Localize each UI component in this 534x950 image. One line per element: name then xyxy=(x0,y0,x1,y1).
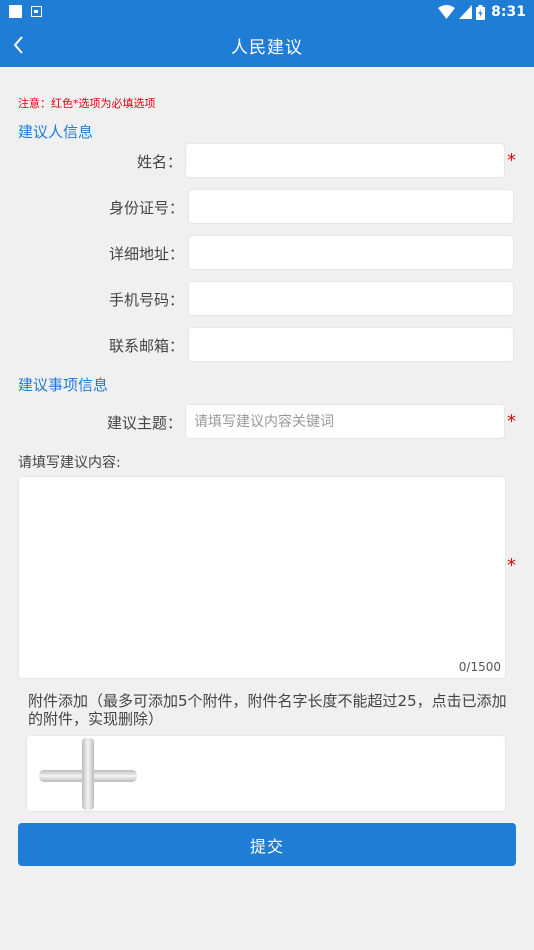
char-counter: 0/1500 xyxy=(458,660,501,674)
section-title-proposer: 建议人信息 xyxy=(18,123,94,141)
content-box: 0/1500 xyxy=(18,476,506,679)
submit-button[interactable]: 提交 xyxy=(18,823,516,866)
attachment-area xyxy=(26,735,506,812)
content-required-star: * xyxy=(507,555,516,576)
plus-icon[interactable] xyxy=(39,738,137,810)
battery-icon xyxy=(476,4,486,20)
app-bar: 人民建议 xyxy=(0,24,534,67)
topic-required-star: * xyxy=(507,411,516,432)
id-number-input[interactable] xyxy=(188,189,514,224)
email-input[interactable] xyxy=(188,327,514,362)
id-number-label: 身份证号： xyxy=(108,199,184,217)
topic-input[interactable] xyxy=(185,404,505,439)
address-label: 详细地址： xyxy=(108,245,184,263)
notification-icon xyxy=(9,5,22,18)
clock: 8:31 xyxy=(491,4,526,20)
image-notification-icon xyxy=(31,6,42,17)
name-input[interactable] xyxy=(185,143,505,178)
phone-label: 手机号码： xyxy=(108,291,184,309)
required-notice: 注意：红色*选项为必填选项 xyxy=(18,97,156,110)
status-bar-right: 8:31 xyxy=(438,3,526,21)
signal-icon xyxy=(459,5,473,19)
wifi-icon xyxy=(438,5,456,19)
section-title-matter: 建议事项信息 xyxy=(18,376,109,394)
attachment-note: 附件添加（最多可添加5个附件，附件名字长度不能超过25，点击已添加的附件，实现删… xyxy=(28,692,507,728)
email-label: 联系邮箱： xyxy=(108,337,184,355)
address-input[interactable] xyxy=(188,235,514,270)
page-title: 人民建议 xyxy=(231,38,303,58)
content-textarea[interactable] xyxy=(19,477,505,657)
status-bar: 8:31 xyxy=(0,0,534,24)
name-required-star: * xyxy=(507,150,516,171)
name-label: 姓名： xyxy=(136,153,182,171)
topic-label: 建议主题： xyxy=(106,414,182,432)
phone-input[interactable] xyxy=(188,281,514,316)
content-label: 请填写建议内容: xyxy=(18,455,121,471)
